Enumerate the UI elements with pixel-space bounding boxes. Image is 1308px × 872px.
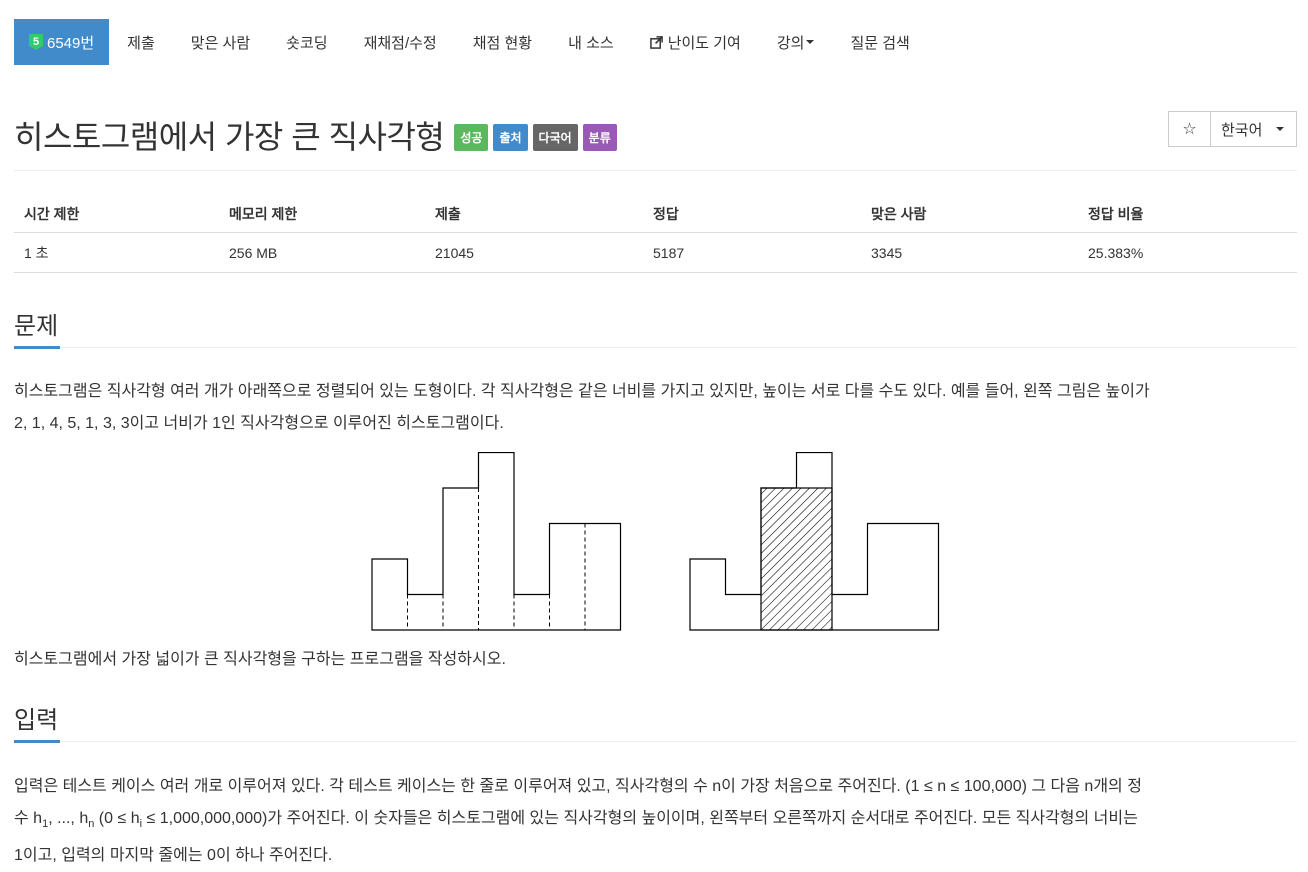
problem-labels: 성공 출처 다국어 분류 (454, 123, 617, 151)
label-category[interactable]: 분류 (582, 123, 617, 151)
nav-lecture-label: 강의 (776, 34, 805, 52)
nav-short-coding[interactable]: 숏코딩 (268, 19, 345, 65)
problem-number-tab[interactable]: 5 6549번 (14, 19, 110, 65)
histogram-left (371, 452, 622, 631)
table-header-row: 시간 제한 메모리 제한 제출 정답 맞은 사람 정답 비율 (14, 196, 1297, 233)
problem-section-header: 문제 (14, 306, 1297, 349)
histogram-figure (371, 452, 940, 631)
input-text-fragment: (0 ≤ h (94, 810, 140, 827)
caret-down-icon (1276, 127, 1285, 131)
section-underline (14, 346, 60, 349)
td-accepted: 5187 (643, 232, 861, 273)
external-link-icon (649, 35, 663, 49)
problem-description: 히스토그램은 직사각형 여러 개가 아래쪽으로 정렬되어 있는 도형이다. 각 … (14, 376, 1300, 440)
td-solved-users: 3345 (861, 232, 1078, 273)
top-nav: 5 6549번 제출 맞은 사람 숏코딩 재채점/수정 채점 현황 내 소스 난… (14, 19, 928, 65)
section-divider (14, 347, 1297, 348)
problem-text-line: 2, 1, 4, 5, 1, 3, 3이고 너비가 1인 직사각형으로 이루어진… (14, 415, 504, 432)
title-button-group: ☆ 한국어 (1168, 111, 1297, 147)
section-divider (14, 741, 1297, 742)
star-icon: ☆ (1182, 121, 1197, 138)
histogram-right (689, 452, 940, 631)
histogram-outline (371, 452, 622, 631)
input-text-fragment: 수 h (14, 810, 43, 827)
nav-rejudge[interactable]: 재채점/수정 (346, 19, 455, 65)
nav-difficulty-contrib-label: 난이도 기여 (667, 34, 741, 52)
nav-submit[interactable]: 제출 (109, 19, 173, 65)
max-rectangle (760, 487, 833, 631)
title-row: 히스토그램에서 가장 큰 직사각형 성공 출처 다국어 분류 (14, 112, 617, 158)
td-memory-limit: 256 MB (219, 232, 425, 273)
language-label: 한국어 (1221, 121, 1263, 139)
th-memory-limit: 메모리 제한 (219, 196, 425, 233)
td-submissions: 21045 (425, 232, 643, 273)
input-description: 입력은 테스트 케이스 여러 개로 이루어져 있다. 각 테스트 케이스는 한 … (14, 771, 1300, 872)
input-text-line: 수 h1, ..., hn (0 ≤ hi ≤ 1,000,000,000)가 … (14, 803, 1300, 840)
language-select[interactable]: 한국어 (1211, 111, 1297, 147)
nav-my-source[interactable]: 내 소스 (550, 19, 632, 65)
th-ratio: 정답 비율 (1078, 196, 1297, 233)
th-time-limit: 시간 제한 (14, 196, 219, 233)
th-submissions: 제출 (425, 196, 643, 233)
page-title: 히스토그램에서 가장 큰 직사각형 (14, 119, 445, 155)
problem-text-line: 히스토그램은 직사각형 여러 개가 아래쪽으로 정렬되어 있는 도형이다. 각 … (14, 383, 1150, 400)
tier-badge-icon: 5 (29, 34, 43, 50)
table-row: 1 초 256 MB 21045 5187 3345 25.383% (14, 232, 1297, 273)
nav-solved-users[interactable]: 맞은 사람 (173, 19, 268, 65)
nav-question-search[interactable]: 질문 검색 (832, 19, 927, 65)
caret-down-icon (806, 40, 815, 44)
nav-lecture-dropdown[interactable]: 강의 (759, 19, 833, 65)
problem-task: 히스토그램에서 가장 넓이가 큰 직사각형을 구하는 프로그램을 작성하시오. (14, 651, 506, 668)
input-text-fragment: ≤ 1,000,000,000)가 주어진다. 이 숫자들은 히스토그램에 있는… (142, 810, 1138, 827)
td-ratio: 25.383% (1078, 232, 1297, 273)
problem-heading: 문제 (14, 313, 59, 340)
problem-info-table: 시간 제한 메모리 제한 제출 정답 맞은 사람 정답 비율 1 초 256 M… (14, 196, 1297, 273)
section-underline (14, 740, 60, 743)
input-text-fragment: , ..., h (48, 810, 89, 827)
input-section-header: 입력 (14, 700, 1297, 743)
label-multilang[interactable]: 다국어 (532, 123, 578, 151)
label-success[interactable]: 성공 (454, 123, 489, 151)
label-source[interactable]: 출처 (493, 123, 528, 151)
nav-status[interactable]: 채점 현황 (455, 19, 550, 65)
th-solved-users: 맞은 사람 (861, 196, 1078, 233)
input-text-line: 1이고, 입력의 마지막 줄에는 0이 하나 주어진다. (14, 847, 333, 865)
problem-number-label: 6549번 (47, 34, 95, 52)
title-divider (14, 170, 1297, 171)
input-heading: 입력 (14, 707, 59, 734)
input-text-line: 입력은 테스트 케이스 여러 개로 이루어져 있다. 각 테스트 케이스는 한 … (14, 778, 1142, 795)
th-accepted: 정답 (643, 196, 861, 233)
td-time-limit: 1 초 (14, 232, 219, 273)
nav-difficulty-contrib[interactable]: 난이도 기여 (632, 19, 759, 65)
favorite-star-button[interactable]: ☆ (1168, 111, 1211, 147)
